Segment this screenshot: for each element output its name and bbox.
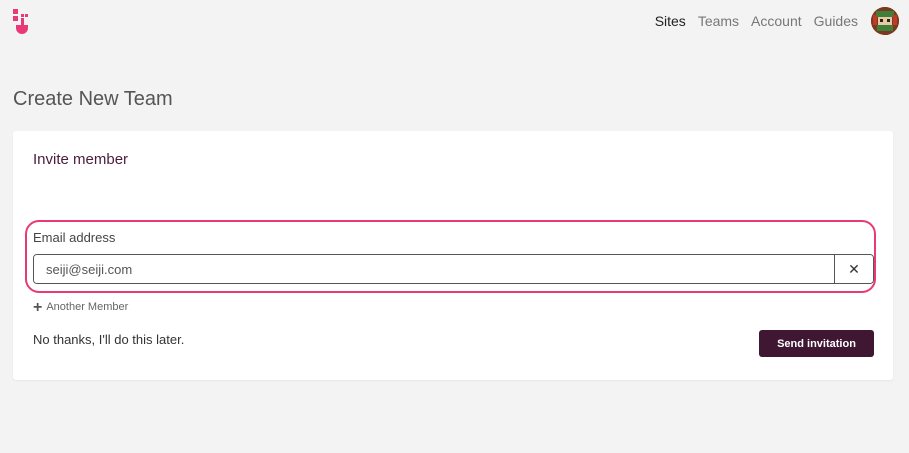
nav-guides[interactable]: Guides <box>814 13 858 29</box>
email-field-label: Email address <box>33 230 116 245</box>
skip-link[interactable]: No thanks, I'll do this later. <box>33 332 184 347</box>
section-title: Invite member <box>33 151 129 168</box>
avatar[interactable] <box>871 7 899 35</box>
nav-sites[interactable]: Sites <box>655 13 686 29</box>
page-title: Create New Team <box>13 88 173 110</box>
email-field[interactable] <box>34 255 834 283</box>
email-field-group: ✕ <box>33 254 874 284</box>
brand-logo-icon[interactable] <box>12 8 32 36</box>
add-another-member-link[interactable]: + Another Member <box>33 298 129 316</box>
nav-account[interactable]: Account <box>751 13 802 29</box>
pixel-avatar-icon <box>871 7 899 35</box>
send-invitation-button[interactable]: Send invitation <box>759 330 874 357</box>
close-icon: ✕ <box>848 260 860 277</box>
top-navigation-bar: Sites Teams Account Guides <box>0 0 909 44</box>
add-another-member-label: Another Member <box>46 301 129 313</box>
invite-card: Invite member Email address ✕ + Another … <box>13 131 893 380</box>
plus-icon: + <box>33 298 43 316</box>
main-nav: Sites Teams Account Guides <box>655 13 858 29</box>
nav-teams[interactable]: Teams <box>698 13 739 29</box>
clear-email-button[interactable]: ✕ <box>834 255 873 283</box>
